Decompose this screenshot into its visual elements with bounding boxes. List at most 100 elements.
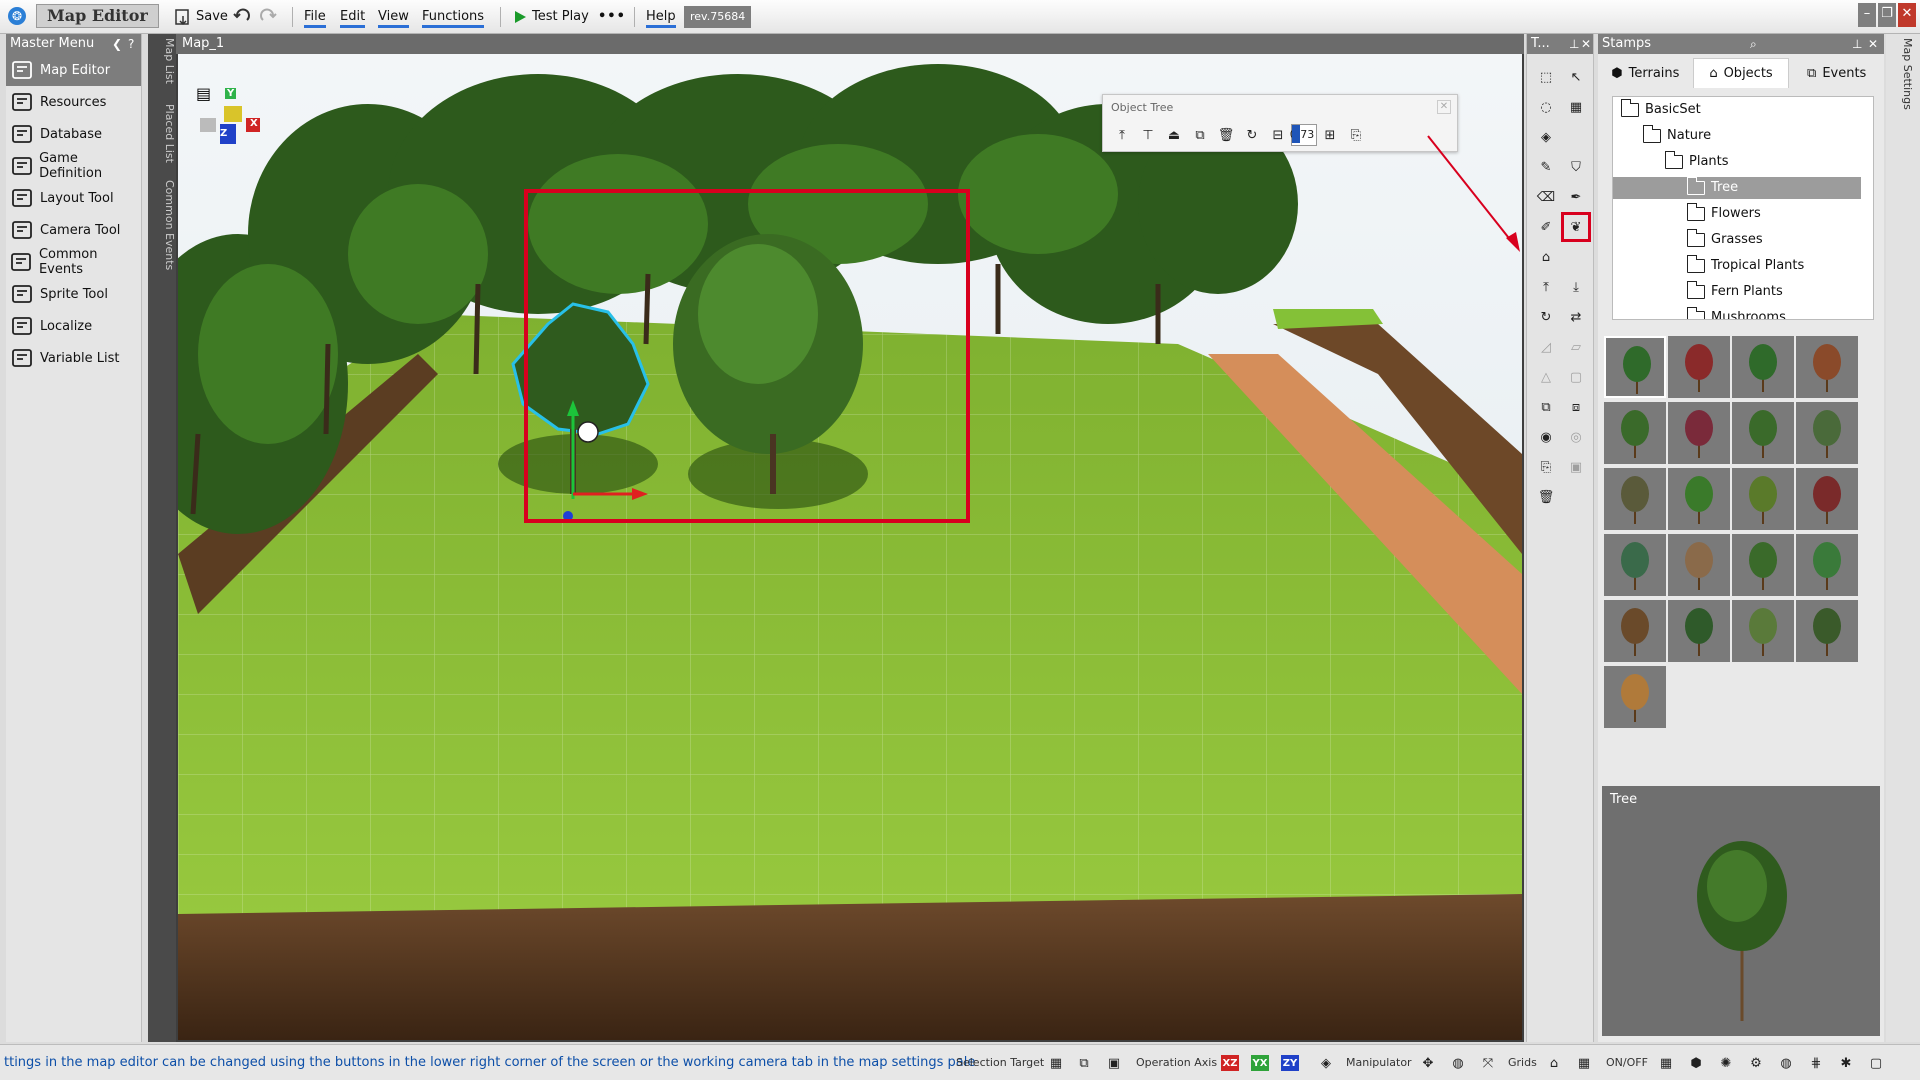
help-icon[interactable]: ? xyxy=(128,34,134,54)
search-icon[interactable]: ⌕ xyxy=(1750,34,1757,54)
eraser-icon[interactable]: ⌫ xyxy=(1531,182,1561,212)
stamp-thumbnail[interactable] xyxy=(1796,468,1858,530)
master-menu-item-localize[interactable]: Localize xyxy=(6,310,141,342)
camera-icon[interactable]: ◉ xyxy=(1531,422,1561,452)
stamp-thumbnail[interactable] xyxy=(1796,600,1858,662)
stamp-thumbnail[interactable] xyxy=(1796,336,1858,398)
undo-button[interactable] xyxy=(232,6,252,28)
lower-icon[interactable]: ⤓ xyxy=(1561,272,1591,302)
tab-common-events[interactable]: Common Events xyxy=(148,180,176,270)
stamp-thumbnail[interactable] xyxy=(1604,402,1666,464)
stamp-thumbnail[interactable] xyxy=(1604,666,1666,728)
close-icon[interactable]: ✕ xyxy=(1898,3,1916,27)
master-menu-item-camera-tool[interactable]: Camera Tool xyxy=(6,214,141,246)
place-icon[interactable]: ⏏ xyxy=(1161,124,1187,146)
stamp-thumbnails[interactable] xyxy=(1604,336,1860,782)
zoom-in-icon[interactable]: ⊞ xyxy=(1317,124,1343,146)
reset-icon[interactable]: ⎘ xyxy=(1343,124,1369,146)
delete-icon[interactable]: 🗑 xyxy=(1213,124,1239,146)
select-all-icon[interactable]: ▣ xyxy=(1104,1053,1124,1073)
scatter-plants-icon[interactable]: ❦ xyxy=(1561,212,1591,242)
stamp-thumbnail[interactable] xyxy=(1732,534,1794,596)
flip-icon[interactable]: ⇄ xyxy=(1561,302,1591,332)
select-group-icon[interactable]: ⧉ xyxy=(1074,1053,1094,1073)
terrain-icon[interactable]: ◈ xyxy=(1531,122,1561,152)
tab-map-list[interactable]: Map List xyxy=(148,38,176,84)
pointer-icon[interactable]: ↖ xyxy=(1561,62,1591,92)
scale-value[interactable]: 0.73 xyxy=(1290,124,1317,146)
master-menu-item-variable-list[interactable]: Variable List xyxy=(6,342,141,374)
rotate-tool-icon[interactable]: ↻ xyxy=(1531,302,1561,332)
menu-functions[interactable]: Functions xyxy=(422,6,485,28)
tree-node-basicset[interactable]: BasicSet xyxy=(1620,99,1701,121)
cube-icon[interactable]: ⬢ xyxy=(1686,1053,1706,1073)
master-menu-item-database[interactable]: Database xyxy=(6,118,141,150)
scale-manipulator-icon[interactable]: ⤧ xyxy=(1478,1053,1498,1073)
lasso-select-icon[interactable]: ◌ xyxy=(1531,92,1561,122)
minimize-icon[interactable]: – xyxy=(1858,3,1876,27)
manipulator-icon[interactable]: ◈ xyxy=(1316,1053,1336,1073)
tree-node-tropical-plants[interactable]: Tropical Plants xyxy=(1686,255,1804,277)
pin-icon[interactable]: ⊥ xyxy=(1569,34,1579,54)
stack-icon[interactable]: ⧉ xyxy=(1531,392,1561,422)
axis-yx-button[interactable]: YX xyxy=(1250,1053,1270,1073)
close-icon[interactable]: ✕ xyxy=(1581,34,1591,54)
tab-terrains[interactable]: ⬢ Terrains xyxy=(1598,58,1693,88)
stamp-thumbnail[interactable] xyxy=(1604,468,1666,530)
sun-icon[interactable]: ✺ xyxy=(1716,1053,1736,1073)
menu-view[interactable]: View xyxy=(378,6,409,28)
move-manipulator-icon[interactable]: ✥ xyxy=(1418,1053,1438,1073)
move-icon[interactable]: ⧈ xyxy=(1561,392,1591,422)
gear-icon[interactable]: ⚙ xyxy=(1746,1053,1766,1073)
stamp-thumbnail[interactable] xyxy=(1668,600,1730,662)
pencil-icon[interactable]: ✎ xyxy=(1531,152,1561,182)
test-play-button[interactable]: Test Play xyxy=(512,6,589,28)
tree-node-grasses[interactable]: Grasses xyxy=(1686,229,1763,251)
zoom-out-icon[interactable]: ⊟ xyxy=(1265,124,1291,146)
master-menu-item-sprite-tool[interactable]: Sprite Tool xyxy=(6,278,141,310)
stamp-thumbnail[interactable] xyxy=(1796,534,1858,596)
stamp-thumbnail[interactable] xyxy=(1604,336,1666,398)
house-icon[interactable]: ⌂ xyxy=(1531,242,1561,272)
map-viewport[interactable]: ▤ Y Z X Object Tree ✕ ⤒ ⊤ ⏏ ⧉ 🗑 ↻ ⊟ 0.73… xyxy=(178,54,1522,1040)
master-menu-item-map-editor[interactable]: Map Editor xyxy=(6,54,141,86)
tree-node-mushrooms[interactable]: Mushrooms xyxy=(1686,307,1786,319)
duplicate-icon[interactable]: ⎘ xyxy=(1531,452,1561,482)
master-menu-item-resources[interactable]: Resources xyxy=(6,86,141,118)
save-button[interactable]: Save xyxy=(174,6,228,28)
grid-toggle-icon[interactable]: ▦ xyxy=(1574,1053,1594,1073)
tab-objects[interactable]: ⌂ Objects xyxy=(1692,58,1790,88)
maximize-icon[interactable]: ❐ xyxy=(1878,3,1896,27)
rotate-icon[interactable]: ↻ xyxy=(1239,124,1265,146)
menu-file[interactable]: File xyxy=(304,6,326,28)
brush-icon[interactable]: ✐ xyxy=(1531,212,1561,242)
stamp-thumbnail[interactable] xyxy=(1668,336,1730,398)
object-tree-close-icon[interactable]: ✕ xyxy=(1437,100,1451,114)
close-icon[interactable]: ✕ xyxy=(1868,34,1878,54)
stamp-thumbnail[interactable] xyxy=(1796,402,1858,464)
stamp-folder-tree[interactable]: BasicSet Nature Plants Tree Flowers Grasses Tr… xyxy=(1612,96,1874,320)
fill-icon[interactable]: ⛉ xyxy=(1561,152,1591,182)
menu-edit[interactable]: Edit xyxy=(340,6,366,28)
tree-node-plants[interactable]: Plants xyxy=(1664,151,1729,173)
rotate-manipulator-icon[interactable]: ◍ xyxy=(1448,1053,1468,1073)
pin-icon[interactable]: ⊥ xyxy=(1852,34,1862,54)
stamp-thumbnail[interactable] xyxy=(1668,468,1730,530)
stamp-thumbnail[interactable] xyxy=(1668,534,1730,596)
master-menu-item-layout-tool[interactable]: Layout Tool xyxy=(6,182,141,214)
stamp-thumbnail[interactable] xyxy=(1604,534,1666,596)
tab-map-settings[interactable]: Map Settings xyxy=(1886,38,1914,110)
grid-select-icon[interactable]: ▦ xyxy=(1561,92,1591,122)
tree-node-tree[interactable]: Tree xyxy=(1613,177,1861,199)
redo-button[interactable] xyxy=(258,6,278,28)
eyedropper-icon[interactable]: ✒ xyxy=(1561,182,1591,212)
tree-node-flowers[interactable]: Flowers xyxy=(1686,203,1761,225)
stamp-thumbnail[interactable] xyxy=(1732,402,1794,464)
tab-events[interactable]: ⧉ Events xyxy=(1789,58,1884,88)
axis-zy-button[interactable]: ZY xyxy=(1280,1053,1300,1073)
tab-placed-list[interactable]: Placed List xyxy=(148,104,176,163)
more-options-icon[interactable]: ••• xyxy=(598,6,626,28)
raise-icon[interactable]: ⤒ xyxy=(1531,272,1561,302)
axis-xz-button[interactable]: XZ xyxy=(1220,1053,1240,1073)
tree-node-nature[interactable]: Nature xyxy=(1642,125,1711,147)
